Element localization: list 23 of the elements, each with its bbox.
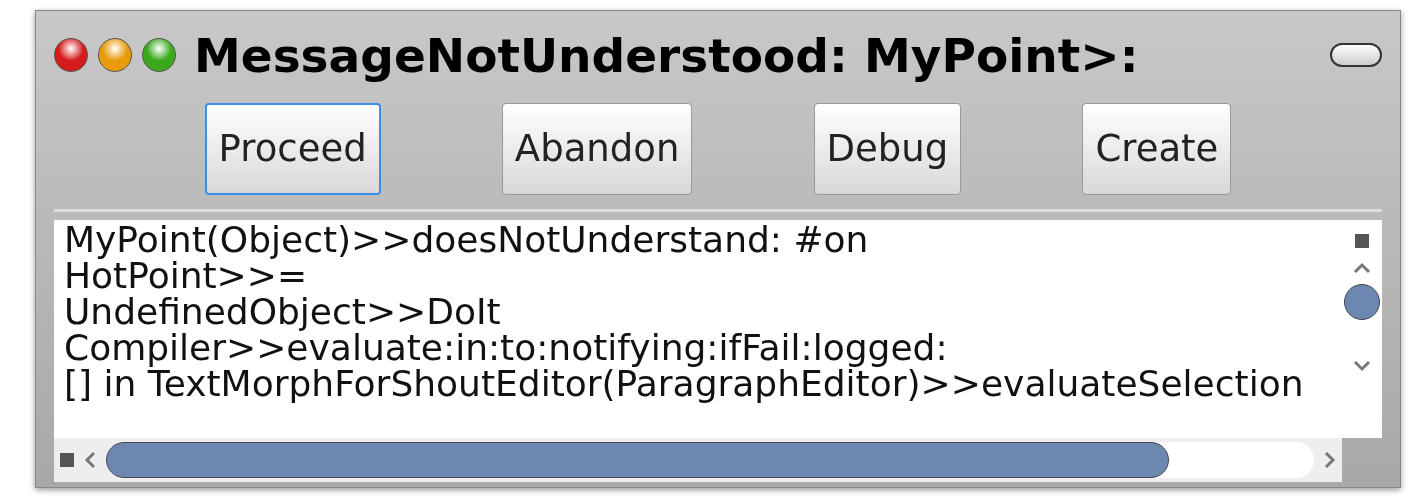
scroll-thumb[interactable] xyxy=(1344,284,1380,320)
collapse-icon[interactable] xyxy=(1330,43,1382,67)
close-icon[interactable] xyxy=(54,38,88,72)
stack-frame[interactable]: HotPoint>>= xyxy=(64,258,1342,294)
horizontal-scrollbar[interactable] xyxy=(54,438,1342,482)
stack-frame[interactable]: [] in TextMorphForShoutEditor(ParagraphEditor)>>evaluateSelection xyxy=(64,366,1342,402)
minimize-icon[interactable] xyxy=(98,38,132,72)
caret-down-icon[interactable] xyxy=(1353,360,1371,372)
vertical-scrollbar[interactable] xyxy=(1342,220,1382,438)
dialog-button[interactable]: Create xyxy=(1082,103,1232,195)
stack-frame[interactable]: UndefinedObject>>DoIt xyxy=(64,294,1342,330)
scroll-thumb[interactable] xyxy=(106,442,1170,478)
dialog-button[interactable]: Proceed xyxy=(204,103,381,195)
stack-frame[interactable]: Compiler>>evaluate:in:to:notifying:ifFail:logged: xyxy=(64,330,1342,366)
square-icon xyxy=(60,453,74,467)
maximize-icon[interactable] xyxy=(142,38,176,72)
caret-right-icon[interactable] xyxy=(1324,451,1336,469)
stack-frame[interactable]: MyPoint(Object)>>doesNotUnderstand: #on xyxy=(64,222,1342,258)
square-icon xyxy=(1355,234,1369,248)
dialog-button[interactable]: Abandon xyxy=(501,103,693,195)
dialog-button[interactable]: Debug xyxy=(813,103,962,195)
caret-left-icon[interactable] xyxy=(84,451,96,469)
caret-up-icon[interactable] xyxy=(1353,262,1371,274)
